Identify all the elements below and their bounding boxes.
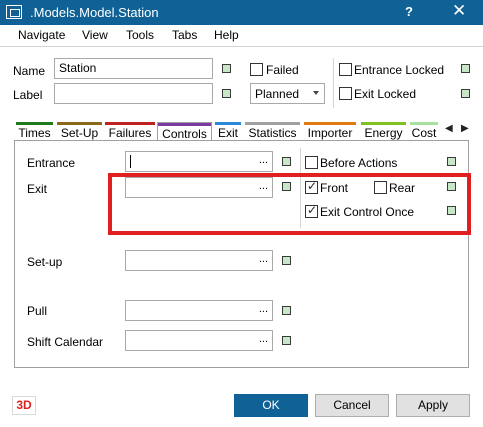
entrance-label: Entrance xyxy=(27,156,76,170)
menu-divider xyxy=(0,46,483,47)
planned-select-value: Planned xyxy=(255,87,300,101)
tab-label: Controls xyxy=(162,127,207,141)
tab-controls[interactable]: Controls xyxy=(157,122,212,141)
tab-cost[interactable]: Cost xyxy=(410,122,438,140)
before-actions-label: Before Actions xyxy=(320,156,398,170)
menu-tabs[interactable]: Tabs xyxy=(172,28,197,42)
tab-scroll-right-icon[interactable]: ▶ xyxy=(461,123,469,134)
menu-bar: Navigate View Tools Tabs Help xyxy=(0,25,483,45)
name-indicator-icon[interactable] xyxy=(222,64,231,73)
name-field[interactable]: Station xyxy=(54,58,213,79)
setup-label: Set-up xyxy=(27,255,63,269)
cancel-button[interactable]: Cancel xyxy=(315,394,389,417)
tab-label: Set-Up xyxy=(60,126,99,140)
exit-locked-label: Exit Locked xyxy=(354,87,417,101)
shift-calendar-indicator-icon[interactable] xyxy=(282,336,291,345)
pull-indicator-icon[interactable] xyxy=(282,306,291,315)
menu-help[interactable]: Help xyxy=(214,28,239,42)
tab-color-bar xyxy=(410,122,438,125)
shift-calendar-browse-button[interactable]: ... xyxy=(259,333,268,345)
text-caret xyxy=(130,155,131,168)
tab-label: Importer xyxy=(307,126,353,140)
menu-navigate[interactable]: Navigate xyxy=(18,28,65,42)
setup-field[interactable]: ... xyxy=(125,250,273,271)
label-field[interactable] xyxy=(54,83,213,104)
tab-label: Failures xyxy=(108,126,152,140)
entrance-browse-button[interactable]: ... xyxy=(259,154,268,166)
tab-color-bar xyxy=(361,122,406,125)
window-title: .Models.Model.Station xyxy=(30,5,159,20)
help-button[interactable]: ? xyxy=(405,4,413,19)
exit-locked-indicator-icon[interactable] xyxy=(461,89,470,98)
exit-locked-checkbox[interactable] xyxy=(339,87,352,100)
tab-scroll-left-icon[interactable]: ◀ xyxy=(445,123,453,134)
entrance-indicator-icon[interactable] xyxy=(282,157,291,166)
chevron-down-icon xyxy=(313,91,319,95)
tab-color-bar xyxy=(57,122,102,125)
exit-label: Exit xyxy=(27,182,48,196)
tab-failures[interactable]: Failures xyxy=(105,122,155,140)
menu-view[interactable]: View xyxy=(82,28,108,42)
pull-label: Pull xyxy=(27,304,48,318)
label-label: Label xyxy=(13,88,43,102)
tab-label: Exit xyxy=(217,126,238,140)
tab-color-bar xyxy=(215,122,241,125)
setup-indicator-icon[interactable] xyxy=(282,256,291,265)
pull-field[interactable]: ... xyxy=(125,300,273,321)
entrance-locked-checkbox[interactable] xyxy=(339,63,352,76)
before-actions-checkbox[interactable] xyxy=(305,156,318,169)
tab-label: Statistics xyxy=(248,126,297,140)
highlight-box xyxy=(108,173,471,235)
tab-label: Energy xyxy=(364,126,403,140)
menu-tools[interactable]: Tools xyxy=(126,28,154,42)
ok-button[interactable]: OK xyxy=(234,394,308,417)
planned-select[interactable]: Planned xyxy=(250,83,325,104)
entrance-locked-label: Entrance Locked xyxy=(354,63,445,77)
tab-color-bar xyxy=(105,122,155,125)
entrance-field[interactable]: ... xyxy=(125,151,273,172)
app-icon xyxy=(6,5,22,19)
apply-button[interactable]: Apply xyxy=(396,394,470,417)
failed-checkbox[interactable] xyxy=(250,63,263,76)
tab-color-bar xyxy=(304,122,356,125)
tab-setup[interactable]: Set-Up xyxy=(57,122,102,140)
tab-label: Cost xyxy=(411,126,437,140)
label-indicator-icon[interactable] xyxy=(222,89,231,98)
shift-calendar-label: Shift Calendar xyxy=(27,335,104,349)
tab-statistics[interactable]: Statistics xyxy=(245,122,300,140)
entrance-locked-indicator-icon[interactable] xyxy=(461,64,470,73)
tab-color-bar xyxy=(158,123,211,126)
tab-energy[interactable]: Energy xyxy=(361,122,406,140)
tab-exit[interactable]: Exit xyxy=(215,122,241,140)
tab-color-bar xyxy=(245,122,300,125)
pull-browse-button[interactable]: ... xyxy=(259,303,268,315)
close-button[interactable]: ✕ xyxy=(452,1,466,21)
tab-importer[interactable]: Importer xyxy=(304,122,356,140)
title-bar[interactable]: .Models.Model.Station ? ✕ xyxy=(0,0,483,25)
shift-calendar-field[interactable]: ... xyxy=(125,330,273,351)
before-actions-indicator-icon[interactable] xyxy=(447,157,456,166)
tab-times[interactable]: Times xyxy=(16,122,53,140)
3d-button[interactable]: 3D xyxy=(12,396,36,415)
tab-color-bar xyxy=(16,122,53,125)
failed-label: Failed xyxy=(266,63,299,77)
tab-label: Times xyxy=(18,126,51,140)
setup-browse-button[interactable]: ... xyxy=(259,253,268,265)
name-label: Name xyxy=(13,64,46,78)
header-divider xyxy=(333,58,334,108)
